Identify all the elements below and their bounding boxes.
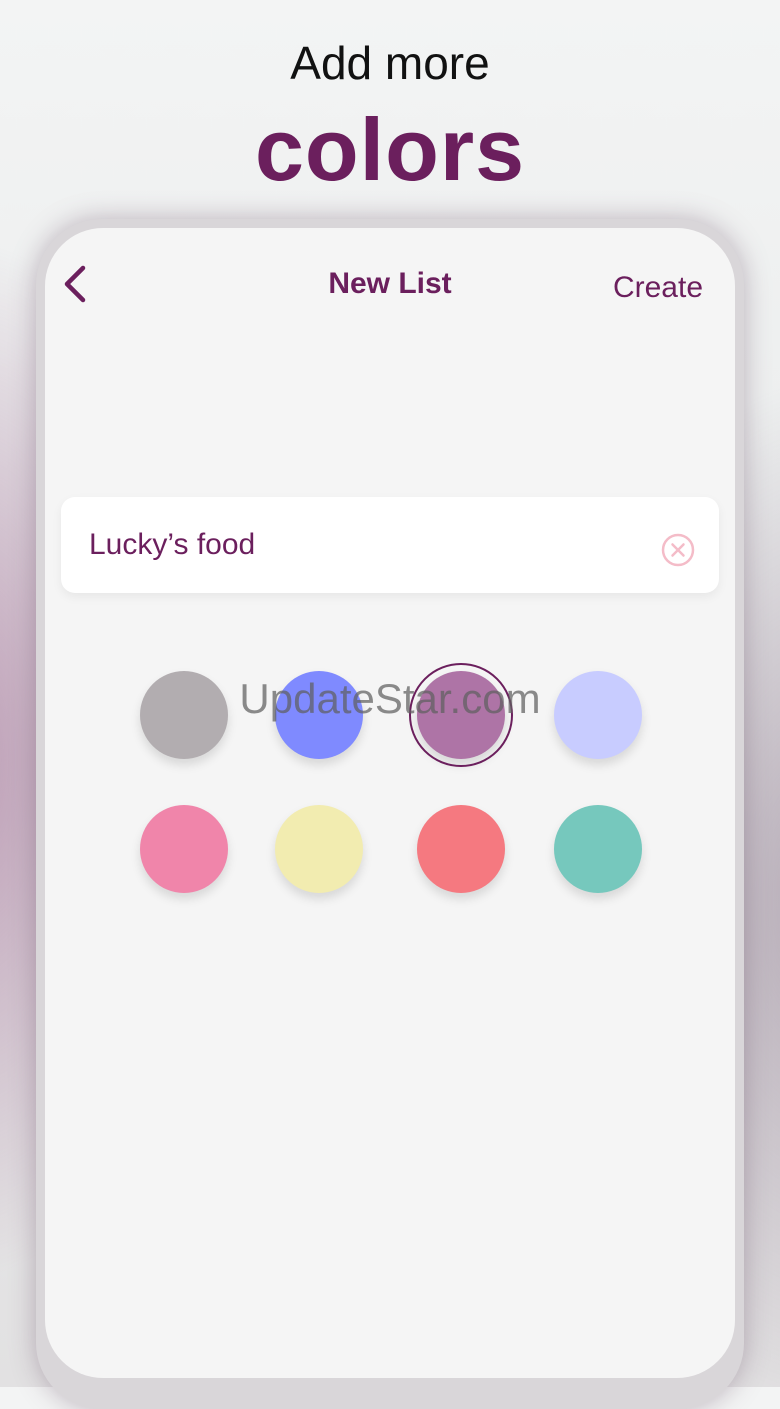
color-swatch-teal[interactable]: [554, 805, 642, 893]
color-swatch-yellow[interactable]: [275, 805, 363, 893]
color-swatch-lavender[interactable]: [554, 671, 642, 759]
clear-circle-icon: [661, 533, 695, 567]
promo-headline-emphasis: colors: [254, 100, 526, 199]
app-screen: New List Create UpdateStar.com: [45, 228, 735, 1378]
color-swatch-pink[interactable]: [140, 805, 228, 893]
color-swatch-gray[interactable]: [140, 671, 228, 759]
create-button[interactable]: Create: [613, 268, 703, 308]
list-name-field: [61, 497, 719, 593]
clear-button[interactable]: [661, 533, 695, 567]
color-swatch-purple[interactable]: [417, 671, 505, 759]
color-swatch-red[interactable]: [417, 805, 505, 893]
promo-headline: Add more: [290, 37, 490, 89]
color-swatch-blue[interactable]: [275, 671, 363, 759]
list-name-input[interactable]: [89, 523, 629, 567]
